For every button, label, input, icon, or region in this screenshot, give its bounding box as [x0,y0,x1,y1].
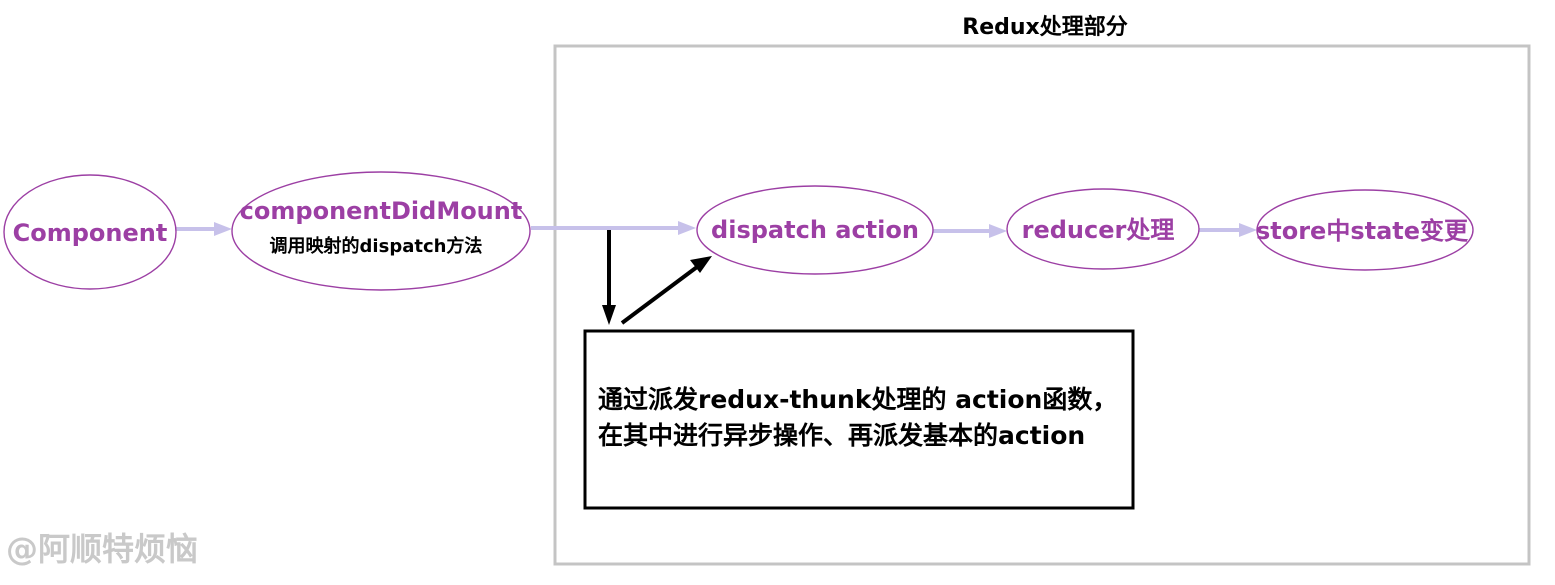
node-component: Component [3,174,177,290]
redux-flow-diagram: Redux处理部分 Component componentDidMount 调用… [3,14,1531,568]
node-component-did-mount: componentDidMount 调用映射的dispatch方法 [231,171,531,291]
node-store-label: store中state变更 [1256,217,1469,245]
thunk-note-line-2: 在其中进行异步操作、再派发基本的action [598,421,1085,450]
node-store: store中state变更 [1256,189,1474,271]
node-component-did-mount-sublabel: 调用映射的dispatch方法 [270,235,483,257]
node-dispatch-action: dispatch action [696,185,934,275]
node-component-label: Component [13,219,168,247]
node-dispatch-action-label: dispatch action [711,216,919,244]
flow-arrow-reducer-to-store [1199,223,1257,237]
thunk-note-line-1: 通过派发redux-thunk处理的 action函数， [598,385,1117,414]
flow-arrow-component-to-mount [176,222,232,236]
flow-arrow-dispatch-to-reducer [933,224,1007,238]
thunk-note: 通过派发redux-thunk处理的 action函数， 在其中进行异步操作、再… [583,329,1135,510]
node-component-did-mount-label: componentDidMount [240,197,523,225]
black-arrow-down-to-note [602,230,616,325]
node-reducer-label: reducer处理 [1022,216,1175,244]
thunk-note-box [583,329,1135,510]
node-reducer: reducer处理 [1006,188,1200,270]
black-arrow-up-to-dispatch [620,256,712,325]
watermark: @阿顺特烦恼 [6,530,198,568]
redux-region-title: Redux处理部分 [962,14,1127,40]
